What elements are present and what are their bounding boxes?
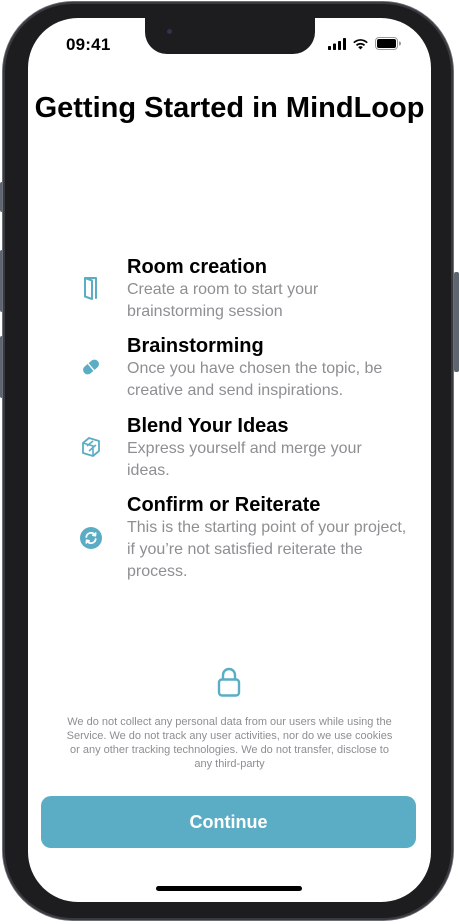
lock-icon xyxy=(217,666,241,703)
notch xyxy=(145,18,315,54)
privacy-notice: We do not collect any personal data from… xyxy=(66,716,393,770)
feature-description: Express yourself and merge your ideas. xyxy=(127,440,362,479)
feature-title: Confirm or Reiterate xyxy=(127,494,321,516)
status-icons xyxy=(328,37,401,55)
feature-description: Create a room to start your brainstormin… xyxy=(127,281,319,320)
app-screen: 09:41 Getting Started in MindLoop Room c… xyxy=(28,18,431,902)
wifi-icon xyxy=(352,37,369,55)
capsule-icon xyxy=(78,354,104,380)
feature-title: Blend Your Ideas xyxy=(127,415,289,437)
feature-item-room-creation: Room creation Create a room to start you… xyxy=(28,255,431,335)
refresh-circle-icon xyxy=(78,525,104,551)
camera-icon xyxy=(167,29,172,34)
phone-device: 09:41 Getting Started in MindLoop Room c… xyxy=(0,0,459,924)
feature-description: This is the starting point of your proje… xyxy=(127,519,407,580)
page-title: Getting Started in MindLoop xyxy=(34,92,425,124)
feature-description: Once you have chosen the topic, be creat… xyxy=(127,360,383,399)
power-button xyxy=(454,272,459,372)
status-time: 09:41 xyxy=(66,35,111,54)
door-icon xyxy=(78,275,104,301)
feature-title: Room creation xyxy=(127,256,268,278)
battery-icon xyxy=(375,37,401,55)
cellular-signal-icon xyxy=(328,37,346,55)
home-indicator[interactable] xyxy=(156,886,302,891)
continue-button[interactable]: Continue xyxy=(41,796,416,848)
feature-title: Brainstorming xyxy=(127,335,264,357)
layers-icon xyxy=(78,434,104,460)
feature-item-blend-ideas: Blend Your Ideas Express yourself and me… xyxy=(28,414,431,494)
feature-item-confirm-reiterate: Confirm or Reiterate This is the startin… xyxy=(28,493,431,580)
feature-item-brainstorming: Brainstorming Once you have chosen the t… xyxy=(28,334,431,414)
